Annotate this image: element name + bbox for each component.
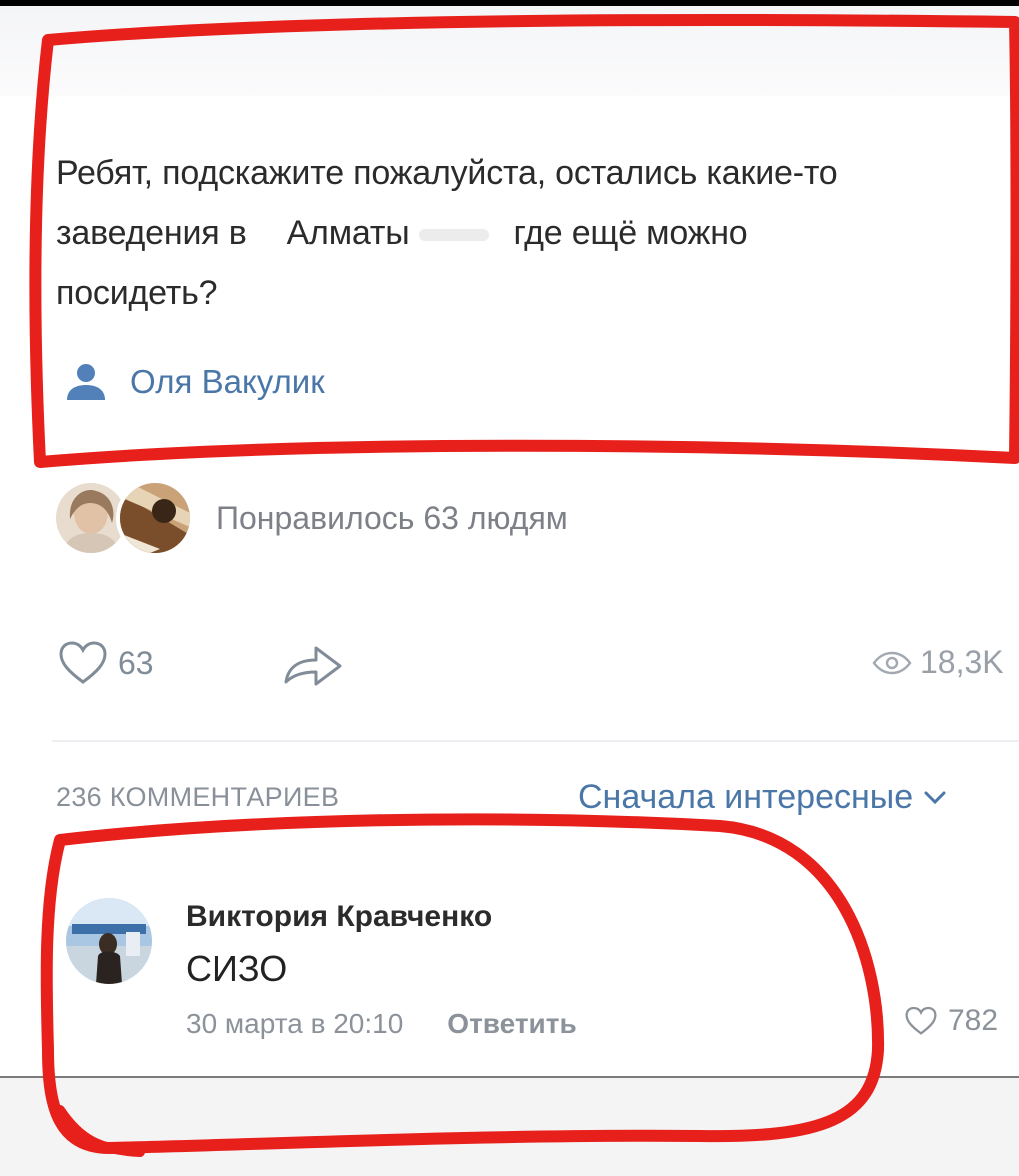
comment-meta: 30 марта в 20:10 Ответить (186, 1008, 577, 1040)
post-text: Ребят, подскажите пожалуйста, остались к… (56, 143, 1016, 323)
sort-label[interactable]: Сначала интересные (578, 778, 913, 817)
share-button[interactable] (280, 638, 346, 693)
post-text-line-2-end: где ещё можно (513, 214, 748, 252)
eye-icon (872, 651, 912, 674)
liker-avatar[interactable] (116, 479, 194, 557)
view-count: 18,3K (920, 644, 1004, 680)
like-count: 63 (118, 644, 154, 681)
comment-like-button[interactable]: 782 (904, 1004, 998, 1038)
comment-like-count: 782 (948, 1004, 999, 1037)
like-button[interactable]: 63 (58, 640, 154, 686)
post-actions: 63 18,3K (0, 630, 1019, 702)
post-author-name[interactable]: Оля Вакулик (130, 363, 325, 401)
divider (52, 740, 1019, 742)
commenter-avatar[interactable] (66, 898, 152, 984)
heart-icon (59, 641, 107, 684)
user-icon (67, 364, 105, 400)
comments-header: 236 КОММЕНТАРИЕВ Сначала интересные (56, 778, 1019, 822)
share-icon (284, 646, 342, 686)
post-text-line-1: Ребят, подскажите пожалуйста, остались к… (56, 154, 838, 192)
comment-author[interactable]: Виктория Кравченко (186, 900, 492, 934)
comment: Виктория Кравченко СИЗО 30 марта в 20:10… (0, 880, 1019, 1060)
bottom-bar (0, 1078, 1019, 1176)
comment-date: 30 марта в 20:10 (186, 1008, 404, 1039)
screen: Ребят, подскажите пожалуйста, остались к… (0, 0, 1019, 1176)
post-author[interactable]: Оля Вакулик (64, 357, 325, 407)
liked-by-text[interactable]: Понравилось 63 людям (216, 500, 568, 537)
post-text-line-2: заведения в Алматы где ещё можно (56, 203, 1016, 263)
comments-count: 236 КОММЕНТАРИЕВ (56, 782, 340, 812)
comment-text: СИЗО (186, 948, 288, 989)
heart-icon (905, 1006, 937, 1035)
chevron-down-icon (924, 791, 946, 804)
views-counter: 18,3K (872, 644, 1004, 681)
post-text-line-2-start: заведения в (56, 214, 247, 252)
sort-toggle[interactable]: Сначала интересные (578, 778, 947, 817)
post-text-line-3: посидеть? (56, 274, 218, 312)
likes-summary[interactable]: Понравилось 63 людям (52, 478, 568, 558)
redacted-blur (419, 229, 490, 242)
header-area (0, 6, 1019, 96)
post-text-city: Алматы (286, 214, 410, 252)
reply-button[interactable]: Ответить (447, 1008, 576, 1040)
